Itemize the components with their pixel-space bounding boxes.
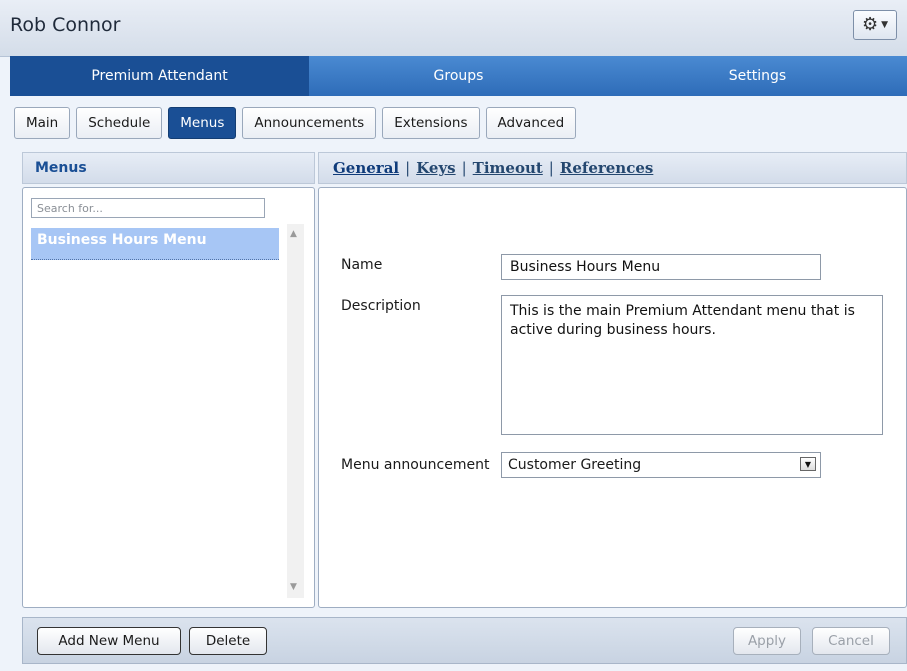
tab-separator: | [461, 159, 467, 177]
name-label: Name [341, 257, 383, 273]
detail-tab-keys[interactable]: Keys [416, 159, 455, 177]
subtab-announcements[interactable]: Announcements [242, 107, 377, 139]
subtab-main[interactable]: Main [14, 107, 71, 139]
cancel-button[interactable]: Cancel [812, 627, 890, 655]
delete-button[interactable]: Delete [189, 627, 267, 655]
list-scrollbar[interactable]: ▲ ▼ [287, 224, 304, 598]
action-bar: Add New Menu Delete Apply Cancel [22, 617, 907, 664]
gear-icon: ⚙ [861, 14, 879, 35]
detail-tab-timeout[interactable]: Timeout [473, 159, 543, 177]
tab-separator: | [405, 159, 411, 177]
menu-details-panel: Name Description This is the main Premiu… [318, 187, 907, 608]
subtab-menus[interactable]: Menus [168, 107, 237, 139]
user-name: Rob Connor [10, 14, 121, 36]
scroll-down-icon[interactable]: ▼ [290, 582, 297, 592]
menu-announcement-select[interactable]: Customer Greeting ▼ [501, 452, 821, 478]
detail-tab-references[interactable]: References [560, 159, 653, 177]
tab-separator: | [548, 159, 554, 177]
description-label: Description [341, 298, 421, 314]
subtab-extensions[interactable]: Extensions [382, 107, 480, 139]
tab-settings[interactable]: Settings [608, 56, 907, 96]
caret-down-icon: ▼ [881, 20, 889, 30]
top-navigation: Premium Attendant Groups Settings [10, 56, 907, 96]
menus-panel-title: Menus [35, 160, 87, 176]
sub-tabs: Main Schedule Menus Announcements Extens… [14, 107, 577, 139]
detail-tab-general[interactable]: General [333, 159, 399, 177]
menus-list-panel: Business Hours Menu ▲ ▼ [22, 187, 315, 608]
app-header: Rob Connor ⚙ ▼ [0, 0, 907, 57]
dropdown-arrow-icon[interactable]: ▼ [800, 457, 816, 471]
search-input[interactable] [31, 198, 265, 218]
list-item-business-hours-menu[interactable]: Business Hours Menu [31, 228, 279, 260]
subtab-schedule[interactable]: Schedule [76, 107, 163, 139]
settings-menu-button[interactable]: ⚙ ▼ [853, 10, 897, 40]
detail-tabs: General | Keys | Timeout | References [318, 152, 907, 184]
subtab-advanced[interactable]: Advanced [485, 107, 577, 139]
menu-announcement-value: Customer Greeting [508, 457, 642, 473]
name-field[interactable] [501, 254, 821, 280]
description-field[interactable]: This is the main Premium Attendant menu … [501, 295, 883, 435]
tab-groups[interactable]: Groups [309, 56, 608, 96]
menu-announcement-label: Menu announcement [341, 457, 490, 473]
menus-panel-header: Menus [22, 152, 315, 184]
add-new-menu-button[interactable]: Add New Menu [37, 627, 181, 655]
scroll-up-icon[interactable]: ▲ [290, 229, 297, 239]
tab-premium-attendant[interactable]: Premium Attendant [10, 56, 309, 96]
apply-button[interactable]: Apply [733, 627, 801, 655]
